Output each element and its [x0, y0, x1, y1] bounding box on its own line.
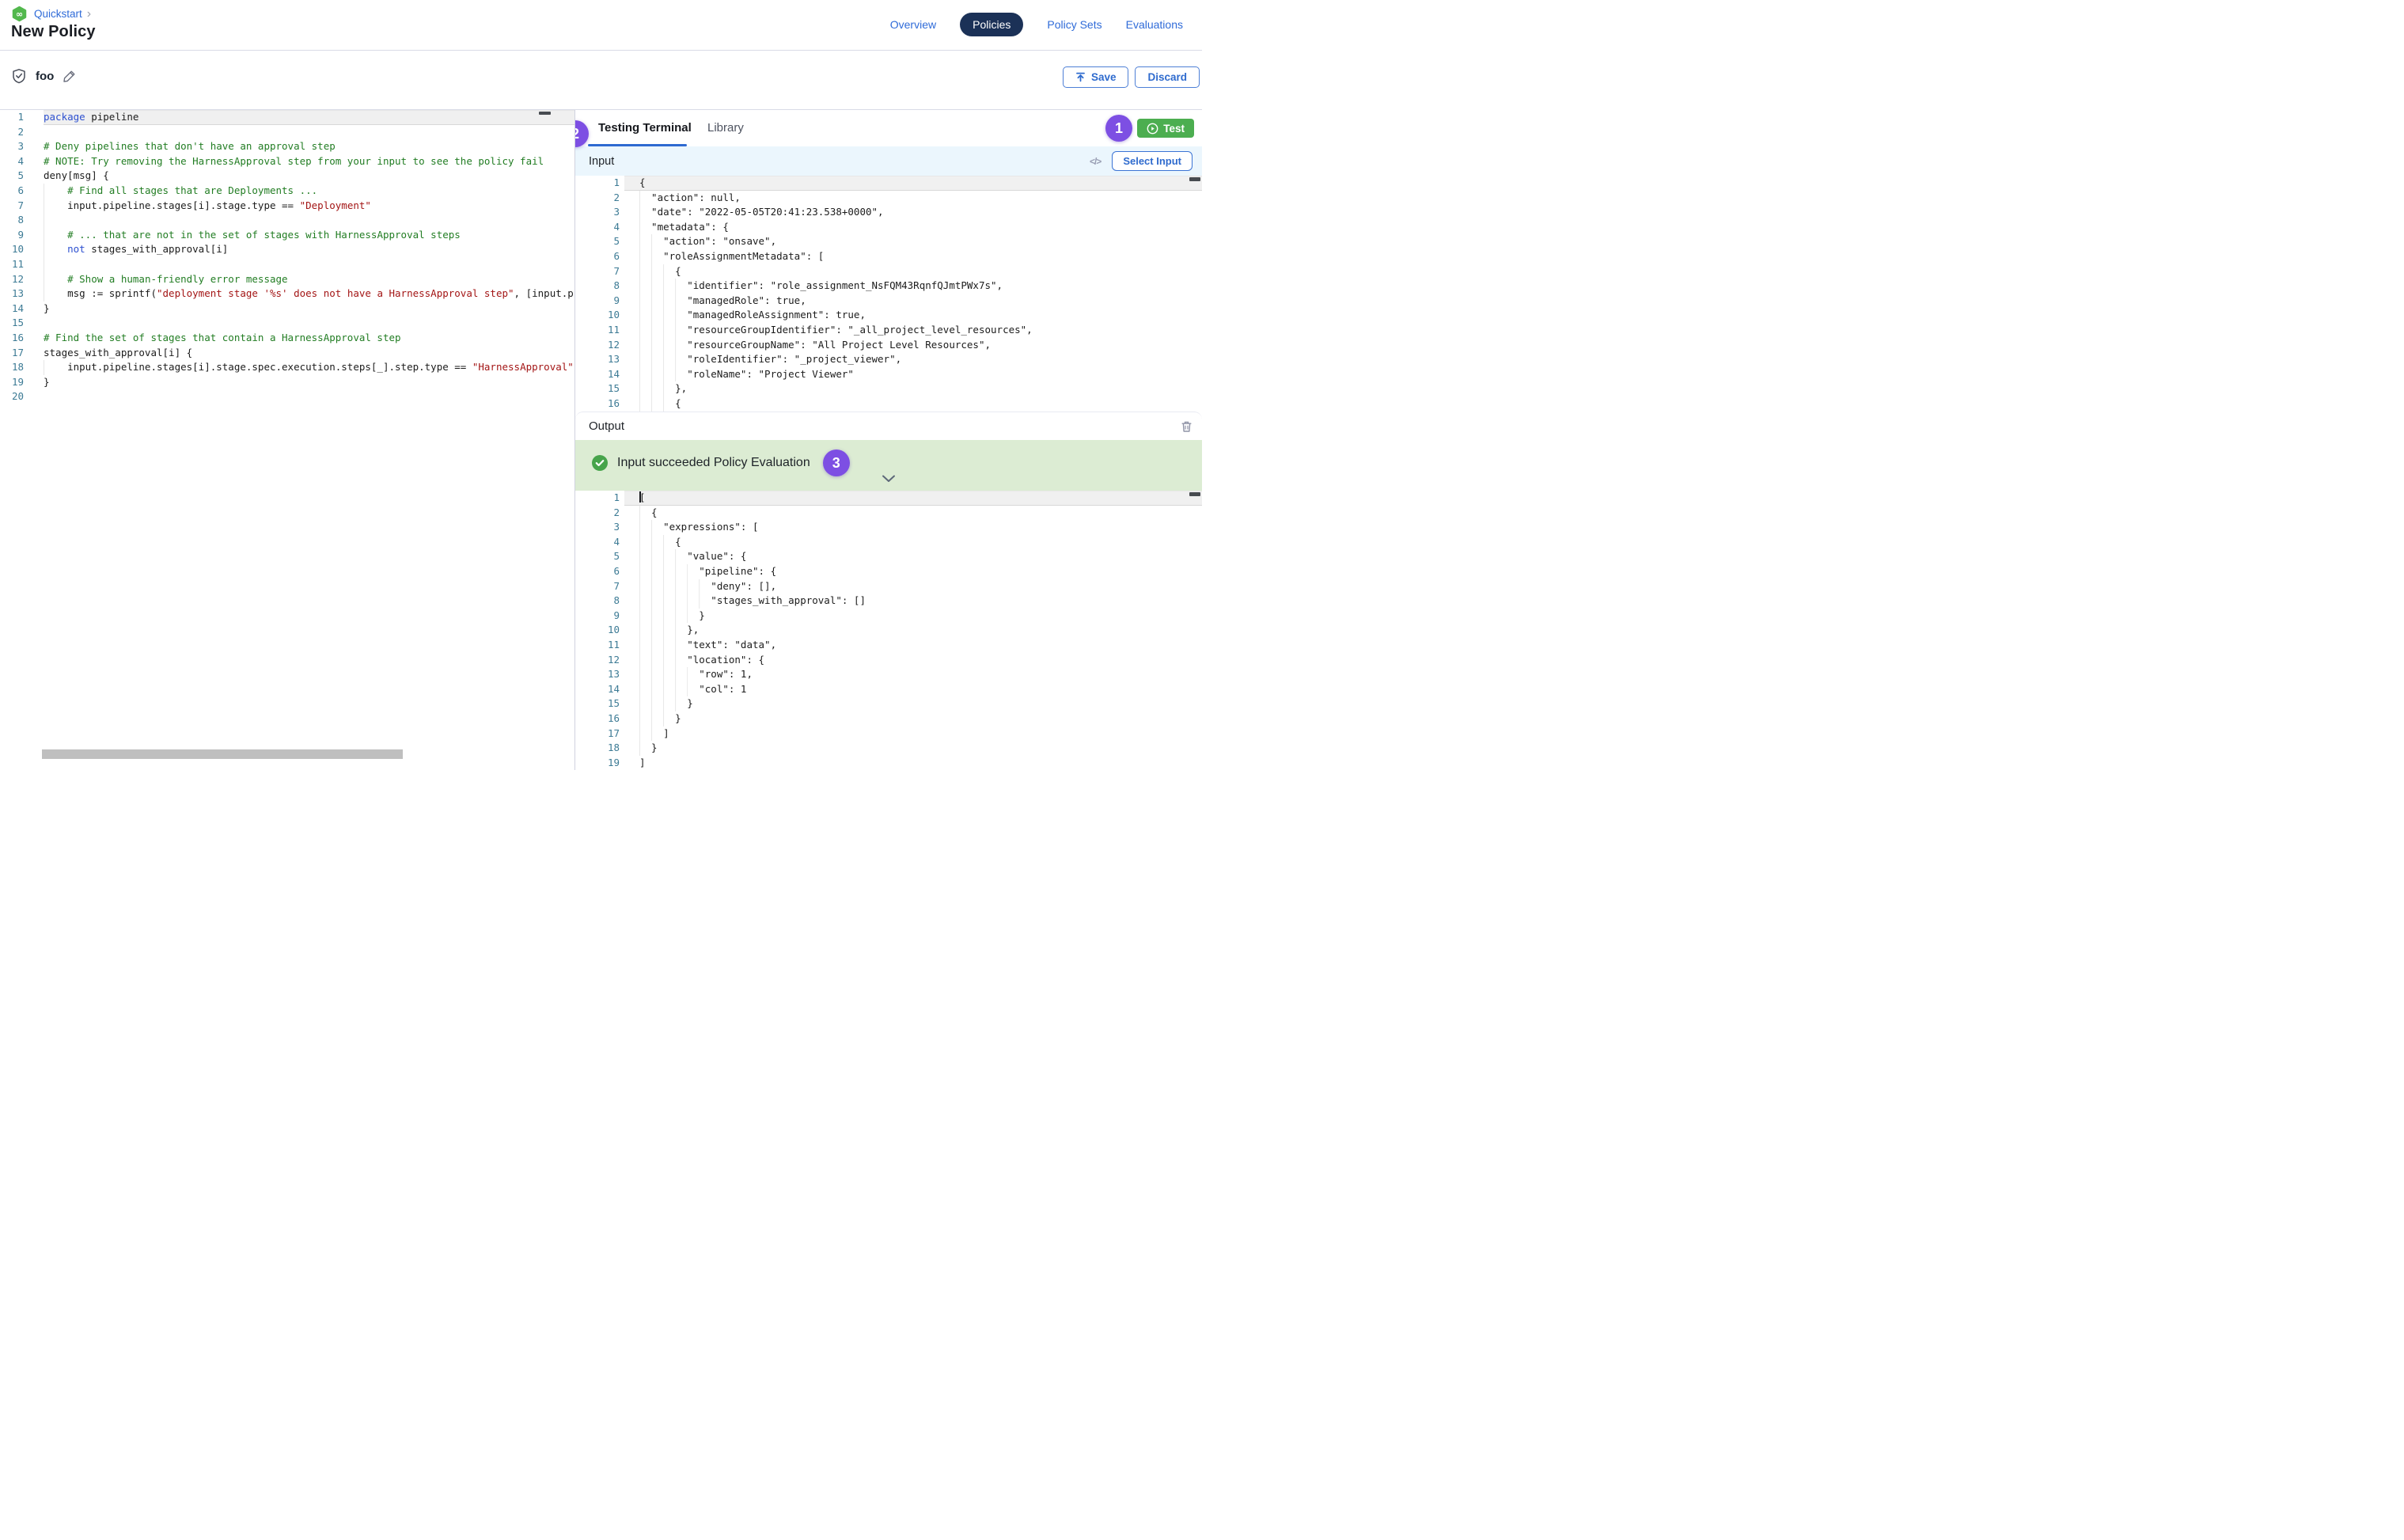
input-scrollbar-handle[interactable]	[1189, 177, 1200, 181]
nav-item-policy-sets[interactable]: Policy Sets	[1047, 18, 1102, 31]
input-section-header: Input </> Select Input	[575, 146, 1202, 176]
tour-step-1-badge: 1	[1105, 115, 1132, 142]
banner-message: Input succeeded Policy Evaluation	[617, 456, 810, 470]
save-button[interactable]: Save	[1063, 66, 1129, 88]
tab-testing-terminal[interactable]: Testing Terminal	[598, 121, 692, 135]
minimap-handle[interactable]	[539, 112, 551, 115]
page-title: New Policy	[11, 23, 96, 41]
breadcrumb-link-quickstart[interactable]: Quickstart	[34, 8, 82, 20]
horizontal-scrollbar[interactable]	[42, 749, 403, 759]
policy-toolbar: foo Save Discard	[0, 51, 1202, 109]
input-json-section: 1{2 "action": null,3 "date": "2022-05-05…	[575, 176, 1202, 412]
breadcrumb: ∞ Quickstart ›	[11, 6, 91, 22]
input-json-editor[interactable]: 1{2 "action": null,3 "date": "2022-05-05…	[575, 176, 1202, 412]
top-nav: Overview Policies Policy Sets Evaluation…	[890, 0, 1183, 49]
policy-identity: foo	[11, 68, 76, 84]
tour-step-3-badge: 3	[823, 449, 850, 476]
testing-terminal-panel: Testing Terminal Library 1 Test 2 Input …	[575, 110, 1202, 770]
policy-code-editor[interactable]: 1package pipeline23# Deny pipelines that…	[0, 110, 574, 404]
new-policy-page: ∞ Quickstart › New Policy Overview Polic…	[0, 0, 1202, 770]
svg-text:∞: ∞	[16, 9, 23, 19]
nav-item-policies[interactable]: Policies	[960, 13, 1023, 36]
tour-step-2-badge: 2	[575, 120, 589, 147]
evaluation-success-banner: Input succeeded Policy Evaluation 3	[575, 440, 1202, 491]
test-button[interactable]: Test	[1137, 119, 1194, 138]
active-tab-underline	[588, 144, 687, 146]
success-check-icon	[592, 455, 608, 471]
output-json-editor[interactable]: 1[2 {3 "expressions": [4 {5 "value": {6 …	[575, 491, 1202, 770]
output-scrollbar-handle[interactable]	[1189, 492, 1200, 496]
main-area: 1package pipeline23# Deny pipelines that…	[0, 109, 1202, 770]
terminal-tabs: Testing Terminal Library 1 Test 2	[575, 110, 1202, 146]
toolbar-actions: Save Discard	[1063, 66, 1200, 88]
page-header: ∞ Quickstart › New Policy Overview Polic…	[0, 0, 1202, 51]
code-view-icon[interactable]: </>	[1090, 156, 1101, 167]
tab-library[interactable]: Library	[707, 121, 744, 135]
chevron-right-icon: ›	[87, 8, 91, 21]
output-section-header: Output	[575, 412, 1202, 440]
clear-output-trash-icon[interactable]	[1181, 420, 1193, 433]
nav-item-evaluations[interactable]: Evaluations	[1126, 18, 1183, 31]
upload-arrow-icon	[1075, 72, 1086, 82]
output-json-section: 1[2 {3 "expressions": [4 {5 "value": {6 …	[575, 491, 1202, 770]
input-label: Input	[589, 155, 614, 168]
harness-logo-icon: ∞	[11, 6, 28, 22]
shield-check-icon	[11, 68, 27, 84]
policy-name: foo	[36, 70, 54, 83]
edit-pencil-icon[interactable]	[63, 70, 76, 83]
play-icon	[1147, 123, 1158, 135]
expand-chevron-down-icon[interactable]	[882, 475, 896, 483]
output-label: Output	[589, 419, 624, 433]
policy-editor-panel: 1package pipeline23# Deny pipelines that…	[0, 110, 575, 770]
discard-button[interactable]: Discard	[1135, 66, 1200, 88]
select-input-button[interactable]: Select Input	[1112, 151, 1193, 171]
nav-item-overview[interactable]: Overview	[890, 18, 936, 31]
